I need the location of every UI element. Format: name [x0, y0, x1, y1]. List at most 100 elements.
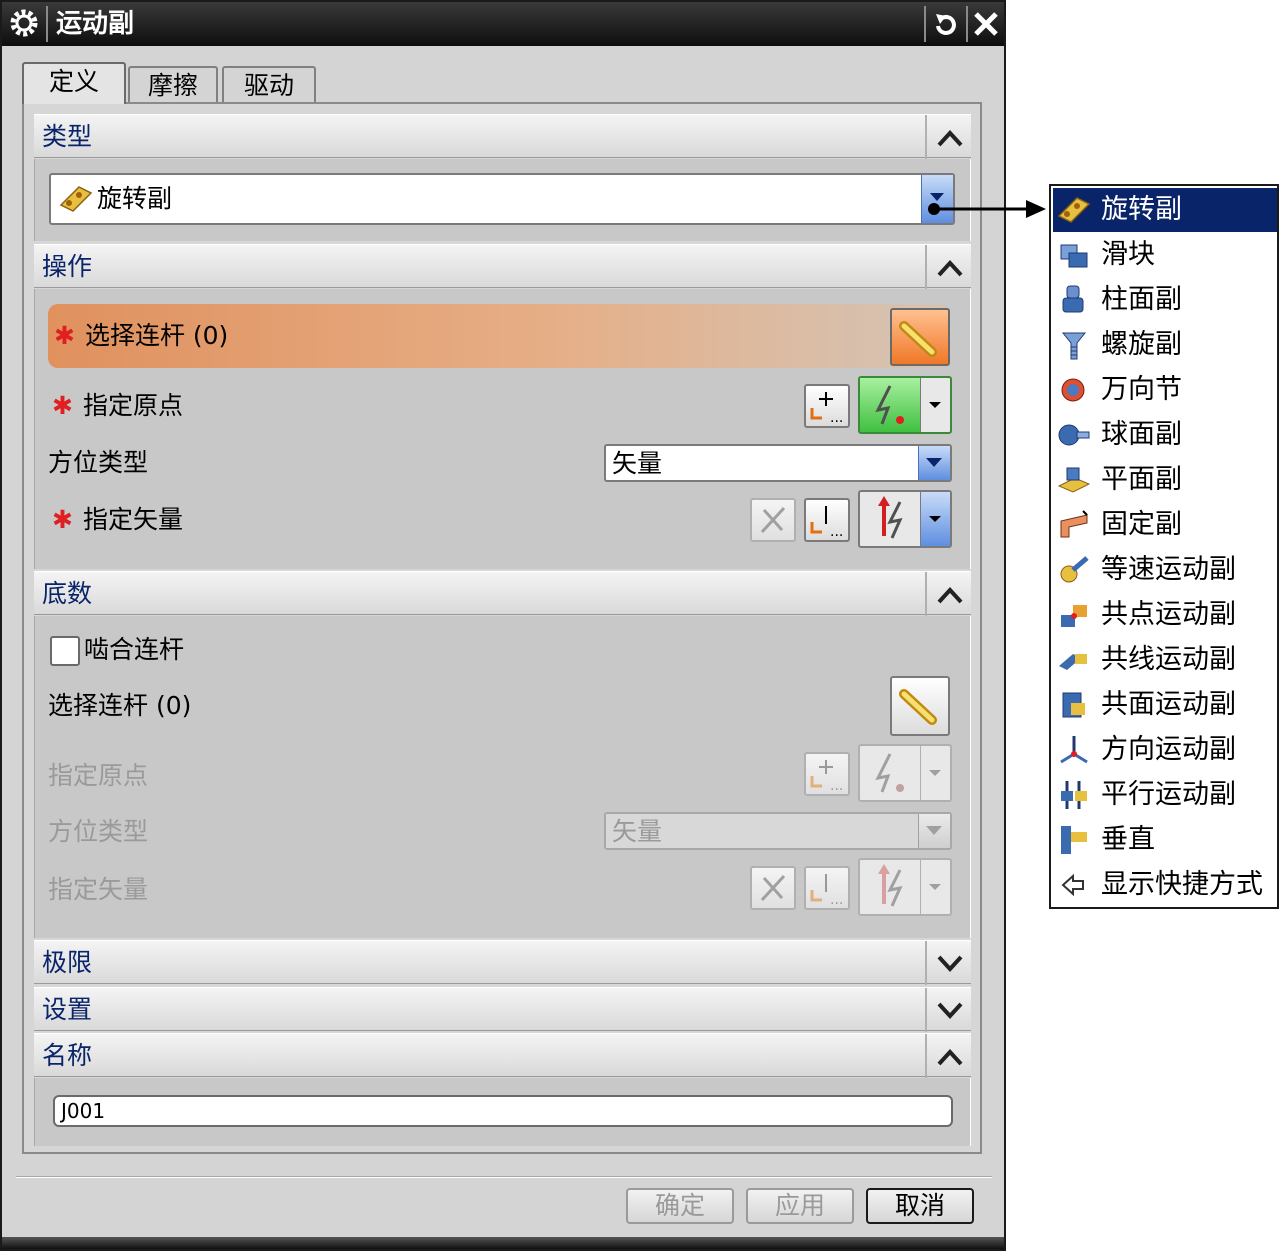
- chevron-down-icon: [926, 458, 942, 467]
- fixed-joint-icon: [1060, 510, 1088, 538]
- list-item-slider[interactable]: 滑块: [1053, 233, 1277, 277]
- chevron-up-icon: [937, 260, 963, 277]
- specify-vector-text: 指定矢量: [82, 505, 183, 534]
- list-item-spherical[interactable]: 球面副: [1053, 413, 1277, 457]
- point-dialog-icon: ...: [810, 760, 843, 794]
- point-dialog-button[interactable]: ...: [804, 384, 850, 428]
- footer-divider: [16, 1176, 992, 1178]
- chevron-down-icon: [926, 826, 942, 835]
- chevron-down-icon: [929, 516, 941, 522]
- section-title: 名称: [42, 1041, 93, 1070]
- list-item-inline[interactable]: 共线运动副: [1053, 638, 1277, 682]
- collapse-toggle[interactable]: [925, 115, 971, 159]
- section-body-type: 旋转副: [34, 159, 971, 241]
- spherical-joint-icon: [1058, 424, 1090, 446]
- dropdown-button[interactable]: [918, 446, 950, 480]
- tab-definition[interactable]: 定义: [22, 62, 126, 104]
- reverse-direction-button[interactable]: [750, 498, 796, 542]
- base-vector-dialog-button[interactable]: ...: [804, 866, 850, 910]
- list-item-parallel[interactable]: 平行运动副: [1053, 773, 1277, 817]
- collapse-toggle[interactable]: [925, 572, 971, 616]
- mesh-link-label: 啮合连杆: [84, 635, 185, 664]
- reverse-direction-icon: [760, 506, 786, 534]
- base-point-inference-dropdown[interactable]: [920, 746, 950, 800]
- link-icon: [899, 321, 937, 357]
- dropdown-button[interactable]: [918, 814, 950, 848]
- list-item-show-shortcuts[interactable]: 显示快捷方式: [1053, 863, 1277, 907]
- list-item-label: 平行运动副: [1101, 779, 1236, 810]
- required-mark: ✱: [52, 391, 73, 420]
- section-header-base[interactable]: 底数: [34, 571, 971, 616]
- list-item-universal[interactable]: 万向节: [1053, 368, 1277, 412]
- section-header-name[interactable]: 名称: [34, 1033, 971, 1078]
- vector-inference-dropdown[interactable]: [920, 492, 950, 546]
- tab-friction[interactable]: 摩擦: [128, 66, 218, 106]
- reset-icon[interactable]: [928, 6, 964, 42]
- svg-text:...: ...: [830, 778, 843, 794]
- expand-toggle[interactable]: [925, 988, 971, 1032]
- inplane-joint-icon: [1062, 692, 1085, 718]
- list-item-planar[interactable]: 平面副: [1053, 458, 1277, 502]
- list-item-cylindrical[interactable]: 柱面副: [1053, 278, 1277, 322]
- list-item-inplane[interactable]: 共面运动副: [1053, 683, 1277, 727]
- list-item-screw[interactable]: 螺旋副: [1053, 323, 1277, 367]
- joint-type-select[interactable]: 旋转副: [49, 173, 955, 225]
- collapse-toggle[interactable]: [925, 245, 971, 289]
- point-inference-dropdown[interactable]: [920, 378, 950, 432]
- base-point-inference-split[interactable]: [858, 744, 952, 802]
- tab-driver[interactable]: 驱动: [222, 66, 316, 106]
- list-item-label: 滑块: [1101, 239, 1155, 270]
- base-reverse-direction-button[interactable]: [750, 866, 796, 910]
- orientation-type-select[interactable]: 矢量: [604, 444, 952, 482]
- list-item-atpoint[interactable]: 共点运动副: [1053, 593, 1277, 637]
- list-item-fixed[interactable]: 固定副: [1053, 503, 1277, 547]
- dropdown-button[interactable]: [921, 175, 953, 223]
- vector-dialog-button[interactable]: ...: [804, 498, 850, 542]
- section-header-limits[interactable]: 极限: [34, 940, 971, 985]
- section-header-action[interactable]: 操作: [34, 244, 971, 289]
- vector-inference-split[interactable]: [858, 490, 952, 548]
- list-item-orientation[interactable]: 方向运动副: [1053, 728, 1277, 772]
- joint-name-input[interactable]: J001: [53, 1095, 953, 1127]
- base-point-inference-button[interactable]: [860, 746, 920, 800]
- specify-origin-label: ✱ 指定原点: [52, 388, 183, 424]
- point-inference-button[interactable]: [860, 378, 920, 432]
- arrow-left-icon: [1061, 873, 1084, 897]
- list-item-perpendicular[interactable]: 垂直: [1053, 818, 1277, 862]
- section-header-type[interactable]: 类型: [34, 114, 971, 159]
- expand-toggle[interactable]: [925, 941, 971, 985]
- ok-button[interactable]: 确定: [626, 1188, 734, 1224]
- section-header-settings[interactable]: 设置: [34, 987, 971, 1032]
- point-inference-split[interactable]: [858, 376, 952, 434]
- cancel-button[interactable]: 取消: [866, 1188, 974, 1224]
- orientation-joint-icon: [1060, 736, 1088, 764]
- gear-icon[interactable]: [8, 7, 40, 39]
- base-select-link-button[interactable]: [890, 676, 950, 736]
- link-icon: [899, 689, 937, 725]
- vector-dialog-icon: ...: [810, 506, 843, 540]
- collapse-toggle[interactable]: [925, 1034, 971, 1078]
- apply-button[interactable]: 应用: [746, 1188, 854, 1224]
- base-vector-inference-button[interactable]: [860, 860, 920, 914]
- reverse-direction-icon: [760, 874, 786, 902]
- chevron-up-icon: [937, 130, 963, 147]
- select-link-button[interactable]: [890, 308, 950, 366]
- base-orientation-type-label: 方位类型: [48, 817, 149, 846]
- planar-joint-icon: [1057, 467, 1091, 493]
- base-vector-inference-split[interactable]: [858, 858, 952, 916]
- select-link-row[interactable]: ✱ 选择连杆 (0): [48, 304, 950, 368]
- chevron-down-icon: [929, 884, 941, 890]
- list-item-label: 平面副: [1101, 464, 1182, 495]
- base-vector-inference-dropdown[interactable]: [920, 860, 950, 914]
- universal-joint-icon: [1061, 378, 1085, 402]
- base-orientation-type-select[interactable]: 矢量: [604, 812, 952, 850]
- vector-inference-button[interactable]: [860, 492, 920, 546]
- point-dialog-icon: ...: [810, 392, 843, 426]
- base-select-link-label: 选择连杆 (0): [48, 691, 192, 720]
- joint-type-value: 旋转副: [97, 184, 173, 213]
- list-item-constant-velocity[interactable]: 等速运动副: [1053, 548, 1277, 592]
- mesh-link-checkbox[interactable]: [50, 636, 80, 666]
- list-item-revolute[interactable]: 旋转副: [1053, 188, 1277, 232]
- close-icon[interactable]: [968, 6, 1004, 42]
- base-point-dialog-button[interactable]: ...: [804, 752, 850, 796]
